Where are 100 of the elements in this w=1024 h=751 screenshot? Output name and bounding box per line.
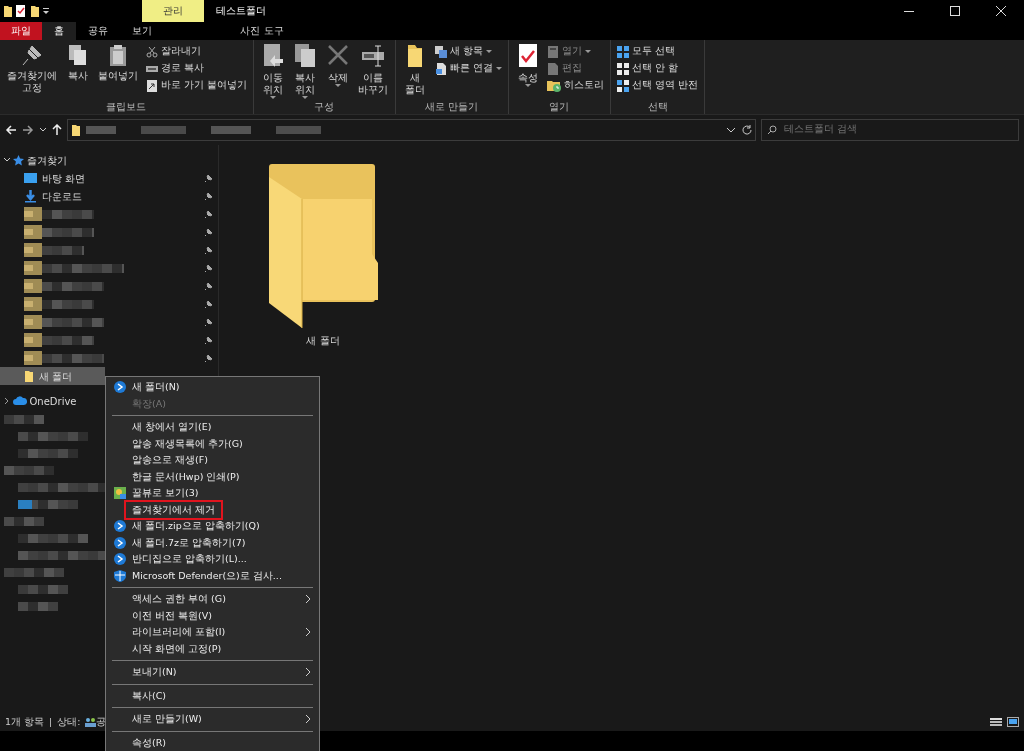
folder-icon[interactable]: [267, 163, 379, 329]
ribbon-button[interactable]: 선택 영역 반전: [615, 77, 701, 94]
menu-item[interactable]: 한글 문서(Hwp) 인쇄(P): [106, 468, 319, 485]
image-viewer-icon: [114, 487, 126, 499]
ribbon-button[interactable]: 잘라내기: [143, 43, 249, 60]
download-icon: [24, 189, 37, 203]
shortcut-icon: [145, 79, 158, 92]
close-icon[interactable]: [996, 6, 1006, 16]
refresh-icon[interactable]: [740, 123, 753, 136]
ribbon-button[interactable]: 복사: [62, 43, 93, 99]
ribbon-button[interactable]: 바로 가기 붙여넣기: [143, 77, 249, 94]
expanded-chevron-icon[interactable]: [2, 156, 11, 164]
search-icon: [767, 124, 777, 135]
ribbon-tab[interactable]: 보기: [120, 22, 164, 40]
menu-item[interactable]: 반디집으로 압축하기(L)...: [106, 551, 319, 568]
tree-item[interactable]: 바탕 화면: [42, 170, 86, 186]
menu-item[interactable]: 새 폴더(N): [106, 379, 319, 396]
ribbon-tab[interactable]: 사진 도구: [224, 22, 300, 40]
maximize-icon[interactable]: [950, 6, 960, 16]
ribbon-tab[interactable]: 공유: [76, 22, 120, 40]
menu-item[interactable]: 복사(C): [106, 687, 319, 704]
tree-item[interactable]: 다운로드: [42, 188, 82, 204]
select-all-icon: [617, 45, 630, 58]
search-box[interactable]: 테스트폴더 검색: [761, 118, 1019, 141]
ribbon-tab[interactable]: 홈: [42, 22, 76, 40]
tree-item[interactable]: OneDrive: [29, 393, 77, 409]
ribbon-button[interactable]: 빠른 연결: [432, 60, 504, 77]
ribbon-button[interactable]: 선택 안 함: [615, 60, 701, 77]
ribbon-button[interactable]: 히스토리: [545, 77, 607, 94]
ribbon-button[interactable]: 경로 복사: [143, 60, 249, 77]
ribbon-button[interactable]: 새 폴더: [400, 43, 431, 99]
status-label: 상태:: [57, 714, 81, 729]
pin-icon: [204, 191, 214, 201]
file-name[interactable]: 새 폴더: [306, 333, 340, 348]
tree-item[interactable]: 새 폴더: [0, 367, 105, 385]
rename-icon: [361, 43, 386, 69]
highlighted-menu-item[interactable]: 즐겨찾기에서 제거: [124, 499, 224, 520]
star-icon: [13, 154, 24, 166]
forward-icon[interactable]: [22, 123, 34, 136]
ribbon-group-label: 열기: [548, 100, 571, 114]
address-field[interactable]: [67, 118, 756, 141]
folder-icon: [24, 369, 34, 383]
search-field[interactable]: 테스트폴더 검색: [782, 121, 982, 138]
menu-item[interactable]: 액세스 권한 부여 (G): [106, 591, 319, 608]
arrow-badge-icon: [114, 536, 126, 549]
up-icon[interactable]: [52, 123, 62, 136]
easy-access-icon: [434, 62, 447, 75]
invert-selection-icon: [617, 79, 630, 92]
ribbon-group-label: 구성: [313, 100, 336, 114]
new-folder-icon[interactable]: [29, 4, 40, 18]
ribbon-button[interactable]: 이름 바꾸기: [355, 43, 392, 99]
pin-icon: [204, 209, 214, 219]
history-icon: [547, 79, 562, 92]
collapsed-chevron-icon[interactable]: [2, 397, 11, 405]
context-tab-header: 관리: [141, 0, 204, 22]
submenu-chevron-icon: [305, 714, 311, 724]
submenu-chevron-icon: [305, 594, 311, 604]
ribbon-button[interactable]: 붙여넣기: [95, 43, 141, 99]
folder-icon: [70, 122, 81, 137]
menu-item[interactable]: 보내기(N): [106, 664, 319, 681]
large-icons-view-icon[interactable]: [1007, 717, 1019, 727]
menu-item[interactable]: 이전 버전 복원(V): [106, 607, 319, 624]
folder-icon[interactable]: [2, 4, 13, 18]
shield-icon: [114, 569, 126, 582]
menu-item[interactable]: 새 폴더.zip으로 압축하기(Q): [106, 518, 319, 535]
tree-item[interactable]: 즐겨찾기: [26, 152, 67, 168]
properties-icon[interactable]: [15, 4, 27, 18]
menu-item[interactable]: 알송 재생목록에 추가(G): [106, 435, 319, 452]
arrow-badge-icon: [114, 520, 126, 532]
status-divider: |: [49, 714, 53, 729]
menu-item[interactable]: 새로 만들기(W): [106, 711, 319, 728]
ribbon-tab[interactable]: 파일: [0, 22, 42, 40]
ribbon-button[interactable]: 즐겨찾기에 고정: [4, 43, 60, 99]
pin-icon: [204, 263, 214, 273]
menu-item[interactable]: 새 창에서 열기(E): [106, 419, 319, 436]
menu-item[interactable]: 알송으로 재생(F): [106, 452, 319, 469]
ribbon-group-label: 선택: [646, 100, 669, 114]
details-view-icon[interactable]: [990, 717, 1002, 727]
ribbon-button[interactable]: 이동 위치: [257, 43, 288, 99]
menu-item[interactable]: 시작 화면에 고정(P): [106, 640, 319, 657]
pin-icon: [204, 317, 214, 327]
ribbon-button[interactable]: 새 항목: [432, 43, 504, 60]
ribbon-button[interactable]: 복사 위치: [290, 43, 321, 99]
edit-icon: [547, 62, 560, 75]
menu-item[interactable]: 라이브러리에 포함(I): [106, 624, 319, 641]
copy-to-icon: [293, 43, 318, 69]
menu-item[interactable]: Microsoft Defender(으)로 검사...: [106, 567, 319, 584]
menu-item[interactable]: 새 폴더.7z로 압축하기(7): [106, 534, 319, 551]
ribbon-button[interactable]: 모두 선택: [615, 43, 701, 60]
pin-icon: [204, 335, 214, 345]
menu-item[interactable]: 속성(R): [106, 734, 319, 751]
submenu-chevron-icon: [305, 667, 311, 677]
select-none-icon: [617, 62, 630, 75]
pin-icon: [204, 353, 214, 363]
back-icon[interactable]: [5, 123, 17, 136]
ribbon-group-label: 클립보드: [105, 100, 148, 114]
ribbon-button[interactable]: 삭제: [322, 43, 353, 99]
menu-item[interactable]: 꿀뷰로 보기(3): [106, 485, 319, 502]
window-title: 테스트폴더: [214, 4, 266, 18]
ribbon-button[interactable]: 속성: [512, 43, 543, 99]
